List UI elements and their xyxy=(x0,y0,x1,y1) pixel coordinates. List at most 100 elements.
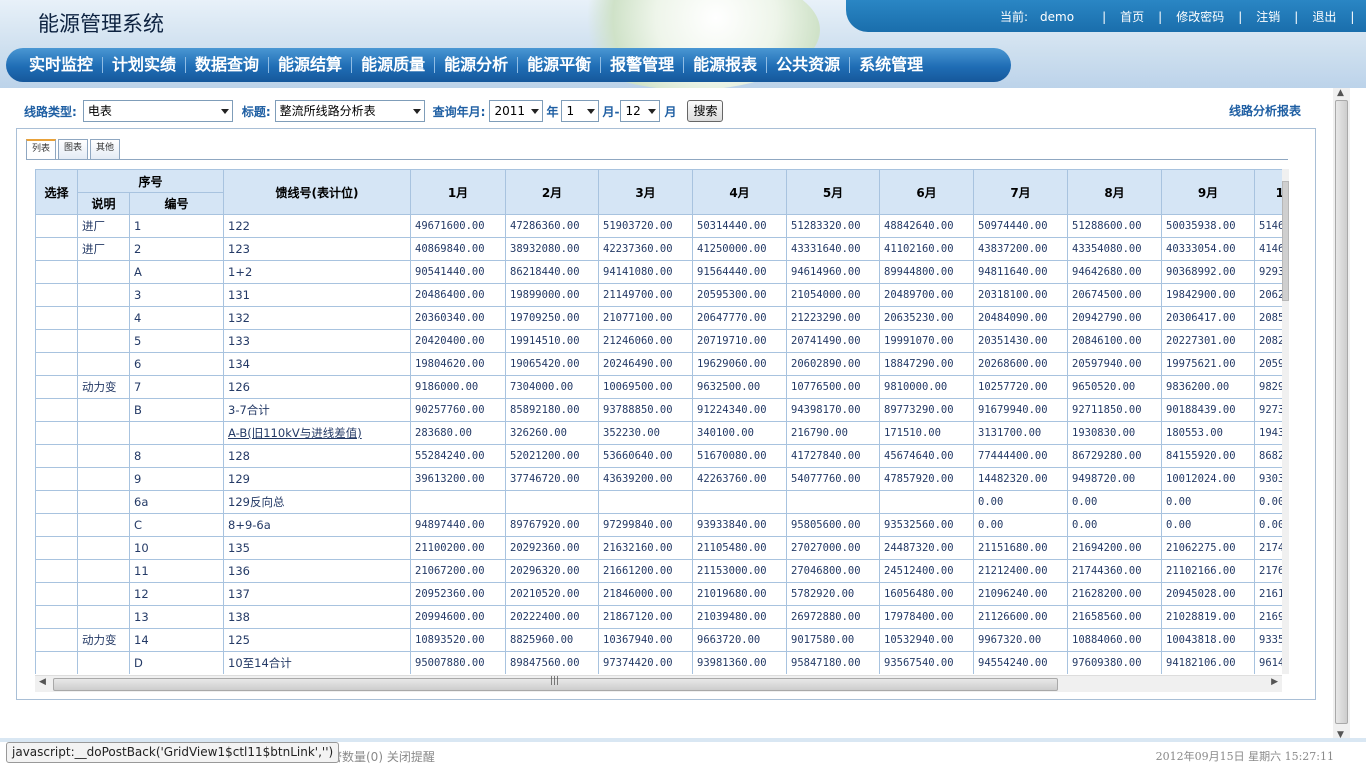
row-month-value-cell: 93567540.00 xyxy=(879,651,975,674)
row-select-cell[interactable] xyxy=(35,582,78,606)
nav-plan-actual[interactable]: 计划实绩 xyxy=(105,48,183,82)
nav-public-resources[interactable]: 公共资源 xyxy=(769,48,847,82)
header-month: 6月 xyxy=(879,169,975,215)
separator: | xyxy=(1294,9,1299,24)
row-month-value-cell: 10884060.00 xyxy=(1067,628,1163,652)
home-link[interactable]: 首页 xyxy=(1120,8,1144,25)
scroll-left-icon[interactable]: ◀ xyxy=(39,677,46,687)
row-select-cell[interactable] xyxy=(35,628,78,652)
nav-data-query[interactable]: 数据查询 xyxy=(188,48,266,82)
row-select-cell[interactable] xyxy=(35,467,78,491)
row-desc-cell xyxy=(77,352,130,376)
row-select-cell[interactable] xyxy=(35,329,78,353)
header-month: 8月 xyxy=(1067,169,1163,215)
row-month-value-cell: 20484090.00 xyxy=(973,306,1069,330)
row-month-value-cell: 21151680.00 xyxy=(973,536,1069,560)
title-select[interactable]: 整流所线路分析表 xyxy=(274,100,425,122)
scrollbar-thumb[interactable] xyxy=(1335,100,1348,724)
row-month-value-cell: 93788850.00 xyxy=(598,398,694,422)
separator: | xyxy=(1158,9,1163,24)
nav-energy-analysis[interactable]: 能源分析 xyxy=(437,48,515,82)
row-desc-cell xyxy=(77,536,130,560)
row-month-value-cell: 21661200.00 xyxy=(598,559,694,583)
nav-system-management[interactable]: 系统管理 xyxy=(852,48,930,82)
line-type-select[interactable]: 电表 xyxy=(82,100,233,122)
nav-energy-quality[interactable]: 能源质量 xyxy=(354,48,432,82)
table-row: D 10至14合计 95007880.00 89847560.00 97374420.0… xyxy=(35,651,1289,674)
row-month-value-cell: 89773290.00 xyxy=(879,398,975,422)
row-select-cell[interactable] xyxy=(35,375,78,399)
nav-energy-balance[interactable]: 能源平衡 xyxy=(520,48,598,82)
row-month-value-cell: 19991070.00 xyxy=(879,329,975,353)
row-select-cell[interactable] xyxy=(35,490,78,514)
row-select-cell[interactable] xyxy=(35,306,78,330)
row-select-cell[interactable] xyxy=(35,444,78,468)
feeder-detail-link[interactable]: A-B(旧110kV与进线差值) xyxy=(228,426,362,440)
row-select-cell[interactable] xyxy=(35,260,78,284)
nav-divider xyxy=(434,57,436,73)
row-feeder-cell: 132 xyxy=(223,306,412,330)
row-select-cell[interactable] xyxy=(35,352,78,376)
row-month-value-cell: 21019680.00 xyxy=(692,582,788,606)
row-select-cell[interactable] xyxy=(35,214,78,238)
header-code: 编号 xyxy=(128,192,225,215)
row-month-value-cell: 51670080.00 xyxy=(692,444,788,468)
scrollbar-thumb[interactable] xyxy=(1282,181,1289,301)
row-select-cell[interactable] xyxy=(35,651,78,674)
scroll-up-icon[interactable]: ▲ xyxy=(1337,88,1344,98)
row-month-value-cell: 20292360.00 xyxy=(505,536,600,560)
row-select-cell[interactable] xyxy=(35,513,78,537)
view-tabs: 列表 图表 其他 xyxy=(26,139,122,160)
month-from-select[interactable]: 1 xyxy=(561,100,600,122)
separator: | xyxy=(1238,9,1243,24)
exit-link[interactable]: 退出 xyxy=(1312,8,1336,25)
grid-horizontal-scrollbar[interactable]: ◀ ||| ▶ xyxy=(35,675,1282,692)
row-select-cell[interactable] xyxy=(35,398,78,422)
row-month-value-cell: 52021200.00 xyxy=(505,444,600,468)
row-select-cell[interactable] xyxy=(35,605,78,629)
row-month-value-cell: 89847560.00 xyxy=(505,651,600,674)
row-month-value-cell: 9498720.00 xyxy=(1067,467,1163,491)
page-vertical-scrollbar[interactable]: ▲ ▼ xyxy=(1333,88,1350,740)
grid-vertical-scrollbar[interactable] xyxy=(1282,169,1289,674)
scroll-right-icon[interactable]: ▶ xyxy=(1271,677,1278,687)
tab-chart[interactable]: 图表 xyxy=(58,139,89,159)
tab-list[interactable]: 列表 xyxy=(26,139,57,160)
row-month-value-cell: 86729280.00 xyxy=(1067,444,1163,468)
nav-realtime-monitor[interactable]: 实时监控 xyxy=(22,48,100,82)
nav-alarm-management[interactable]: 报警管理 xyxy=(603,48,681,82)
nav-energy-report[interactable]: 能源报表 xyxy=(686,48,764,82)
logout-link[interactable]: 注销 xyxy=(1256,8,1280,25)
search-button[interactable]: 搜索 xyxy=(687,100,724,122)
row-select-cell[interactable] xyxy=(35,536,78,560)
row-select-cell[interactable] xyxy=(35,283,78,307)
row-month-value-cell: 0.00 xyxy=(1161,513,1256,537)
year-select[interactable]: 2011 xyxy=(489,100,544,122)
row-month-value-cell: 94182106.00 xyxy=(1161,651,1256,674)
row-desc-cell: 动力变 xyxy=(77,628,130,652)
row-month-value-cell: 43331640.00 xyxy=(786,237,881,261)
row-month-value-cell: 21694200.00 xyxy=(1067,536,1163,560)
header-seq: 序号 xyxy=(76,169,225,193)
row-month-value-cell: 85892180.00 xyxy=(505,398,600,422)
row-month-value-cell: 20597940.00 xyxy=(1067,352,1163,376)
month-to-select[interactable]: 12 xyxy=(620,100,661,122)
row-month-value-cell: 94811640.00 xyxy=(973,260,1069,284)
row-select-cell[interactable] xyxy=(35,237,78,261)
row-month-value-cell: 21105480.00 xyxy=(692,536,788,560)
row-select-cell[interactable] xyxy=(35,559,78,583)
row-month-value-cell: 10776500.00 xyxy=(786,375,881,399)
nav-energy-settlement[interactable]: 能源结算 xyxy=(271,48,349,82)
filter-bar: 线路类型: 电表 标题: 整流所线路分析表 查询年月: 2011 年 1 月- … xyxy=(24,99,724,123)
table-row: 动力变 14 125 10893520.00 8825960.00 10367940.00… xyxy=(35,628,1289,652)
row-select-cell[interactable] xyxy=(35,421,78,445)
row-month-value-cell: 41250000.00 xyxy=(692,237,788,261)
row-month-value-cell: 9836200.00 xyxy=(1161,375,1256,399)
row-month-value-cell: 20318100.00 xyxy=(973,283,1069,307)
line-analysis-report-link[interactable]: 线路分析报表 xyxy=(1229,102,1301,119)
row-month-value-cell: 0.00 xyxy=(1067,513,1163,537)
change-password-link[interactable]: 修改密码 xyxy=(1176,8,1224,25)
table-row: 8 128 55284240.00 52021200.00 53660640.00 516… xyxy=(35,444,1289,468)
header-month: 5月 xyxy=(786,169,881,215)
tab-other[interactable]: 其他 xyxy=(90,139,121,159)
